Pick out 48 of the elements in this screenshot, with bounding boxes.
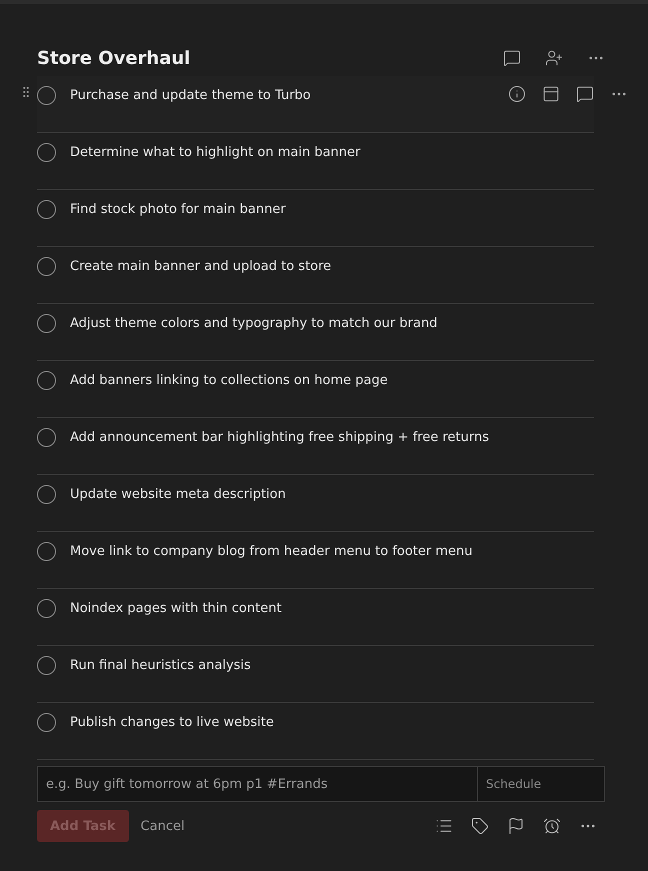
add-person-icon[interactable] [545,49,563,67]
task-row[interactable]: Create main banner and upload to store [37,247,594,304]
task-checkbox[interactable] [37,542,56,560]
task-text: Adjust theme colors and typography to match our brand [70,316,438,330]
task-row[interactable]: Publish changes to live website [37,703,594,760]
task-row[interactable]: Add banners linking to collections on home page [37,361,594,418]
task-row[interactable]: Run final heuristics analysis [37,646,594,703]
task-row[interactable]: Noindex pages with thin content [37,589,594,646]
task-text: Add banners linking to collections on home page [70,372,388,388]
task-text: Noindex pages with thin content [70,600,282,616]
project-title: Store Overhaul [37,48,190,68]
task-row[interactable]: Update website meta description [37,475,594,532]
comment-icon[interactable] [503,49,521,67]
task-row[interactable]: Add announcement bar highlighting free shipping + free returns [37,418,594,475]
task-checkbox[interactable] [37,142,56,162]
cancel-button[interactable]: Cancel [134,818,191,834]
task-text: Find stock photo for main banner [70,202,286,216]
alarm-clock-icon[interactable] [543,817,561,835]
task-row[interactable]: Adjust theme colors and typography to match our brand [37,304,594,361]
tag-icon[interactable] [471,817,489,835]
task-checkbox[interactable] [37,86,56,104]
task-text: Run final heuristics analysis [70,658,251,672]
task-checkbox[interactable] [37,256,56,276]
task-checkbox[interactable] [37,656,56,674]
task-checkbox[interactable] [37,484,56,504]
task-checkbox[interactable] [37,200,56,218]
task-input-field[interactable]: e.g. Buy gift tomorrow at 6pm p1 #Errands Schedule [37,766,605,802]
task-text: Determine what to highlight on main banner [70,144,360,160]
schedule-button[interactable]: Schedule [477,767,604,801]
task-row[interactable]: Determine what to highlight on main banner [37,133,594,190]
task-checkbox[interactable] [37,598,56,618]
task-checkbox[interactable] [37,712,56,732]
info-icon[interactable] [508,85,526,103]
task-text: Purchase and update theme to Turbo [70,88,311,102]
task-row[interactable]: Move link to company blog from header menu to footer menu [37,532,594,589]
task-text: Update website meta description [70,486,286,502]
task-text: Add announcement bar highlighting free shipping + free returns [70,430,489,444]
task-checkbox[interactable] [37,428,56,446]
task-checkbox[interactable] [37,370,56,390]
calendar-icon[interactable] [542,85,560,103]
list-icon[interactable] [435,817,453,835]
task-checkbox[interactable] [37,314,56,332]
task-text: Publish changes to live website [70,714,274,730]
task-text: Move link to company blog from header menu to footer menu [70,544,473,558]
flag-icon[interactable] [507,817,525,835]
task-row[interactable]: Find stock photo for main banner [37,190,594,247]
comment-icon[interactable] [576,85,594,103]
task-text: Create main banner and upload to store [70,258,332,274]
